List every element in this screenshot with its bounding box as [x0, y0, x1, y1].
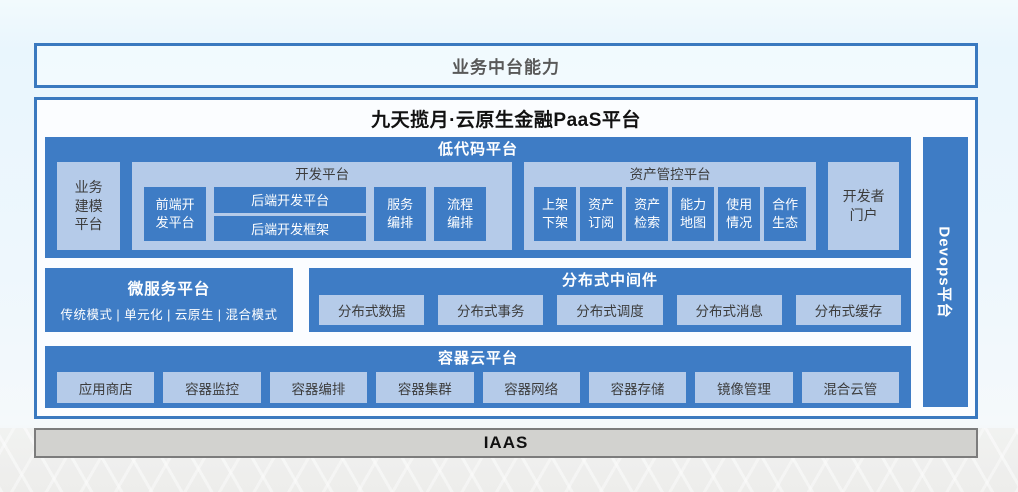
microservice-platform-title: 微服务平台 [128, 277, 211, 299]
app-store-box: 应用商店 [57, 372, 154, 403]
dev-platform-title: 开发平台 [132, 162, 512, 186]
cooperation-ecosystem-box: 合作 生态 [764, 187, 806, 241]
frontend-dev-platform-box: 前端开 发平台 [144, 187, 206, 241]
backend-dev-platform-box: 后端开发平台 [214, 187, 366, 213]
dev-platform-row: 前端开 发平台 后端开发平台 后端开发框架 服务 编排 流程 编排 [144, 187, 500, 241]
distributed-middleware-section: 分布式中间件 分布式数据 分布式事务 分布式调度 分布式消息 分布式缓存 [309, 268, 911, 332]
paas-platform-title: 九天揽月·云原生金融PaaS平台 [37, 105, 975, 132]
asset-subscription-box: 资产 订阅 [580, 187, 622, 241]
devops-platform-label: Devops平台 [935, 226, 956, 318]
asset-control-platform-group: 资产管控平台 上架 下架 资产 订阅 资产 检索 能力 地图 使用 情况 合作 … [524, 162, 816, 250]
hybrid-cloud-management-box: 混合云管 [802, 372, 899, 403]
container-cluster-box: 容器集群 [376, 372, 473, 403]
container-orchestration-box: 容器编排 [270, 372, 367, 403]
iaas-bar: IAAS [34, 428, 978, 458]
asset-search-box: 资产 检索 [626, 187, 668, 241]
asset-control-row: 上架 下架 资产 订阅 资产 检索 能力 地图 使用 情况 合作 生态 [534, 187, 806, 241]
distributed-data-box: 分布式数据 [319, 295, 424, 325]
lowcode-platform-section: 低代码平台 业务 建模 平台 开发平台 前端开 发平台 后端开发平台 后端开发框… [45, 137, 911, 258]
container-monitoring-box: 容器监控 [163, 372, 260, 403]
developer-portal-box: 开发者 门户 [828, 162, 899, 250]
distributed-transaction-box: 分布式事务 [438, 295, 543, 325]
distributed-middleware-row: 分布式数据 分布式事务 分布式调度 分布式消息 分布式缓存 [319, 295, 901, 325]
distributed-message-box: 分布式消息 [677, 295, 782, 325]
business-modeling-platform-box: 业务 建模 平台 [57, 162, 120, 250]
container-cloud-row: 应用商店 容器监控 容器编排 容器集群 容器网络 容器存储 镜像管理 混合云管 [57, 372, 899, 403]
business-midplatform-banner: 业务中台能力 [34, 43, 978, 88]
devops-platform-bar: Devops平台 [923, 137, 968, 407]
architecture-diagram: 业务中台能力 九天揽月·云原生金融PaaS平台 低代码平台 业务 建模 平台 开… [0, 0, 1018, 492]
microservice-modes: 传统模式 | 单元化 | 云原生 | 混合模式 [60, 304, 277, 323]
container-storage-box: 容器存储 [589, 372, 686, 403]
distributed-scheduling-box: 分布式调度 [557, 295, 662, 325]
distributed-cache-box: 分布式缓存 [796, 295, 901, 325]
backend-dev-framework-box: 后端开发框架 [214, 216, 366, 242]
backend-stack: 后端开发平台 后端开发框架 [214, 187, 366, 241]
container-cloud-title: 容器云平台 [45, 346, 911, 370]
asset-control-platform-title: 资产管控平台 [524, 162, 816, 186]
microservice-platform-section: 微服务平台 传统模式 | 单元化 | 云原生 | 混合模式 [45, 268, 293, 332]
paas-platform-panel: 九天揽月·云原生金融PaaS平台 低代码平台 业务 建模 平台 开发平台 前端开… [34, 97, 978, 419]
process-orchestration-box: 流程 编排 [434, 187, 486, 241]
asset-onoff-shelf-box: 上架 下架 [534, 187, 576, 241]
usage-status-box: 使用 情况 [718, 187, 760, 241]
distributed-middleware-title: 分布式中间件 [309, 268, 911, 292]
capability-map-box: 能力 地图 [672, 187, 714, 241]
service-orchestration-box: 服务 编排 [374, 187, 426, 241]
lowcode-platform-title: 低代码平台 [45, 137, 911, 161]
dev-platform-group: 开发平台 前端开 发平台 后端开发平台 后端开发框架 服务 编排 流程 编排 [132, 162, 512, 250]
container-network-box: 容器网络 [483, 372, 580, 403]
image-management-box: 镜像管理 [695, 372, 792, 403]
lowcode-platform-body: 业务 建模 平台 开发平台 前端开 发平台 后端开发平台 后端开发框架 服务 编… [57, 162, 899, 250]
container-cloud-section: 容器云平台 应用商店 容器监控 容器编排 容器集群 容器网络 容器存储 镜像管理… [45, 346, 911, 408]
